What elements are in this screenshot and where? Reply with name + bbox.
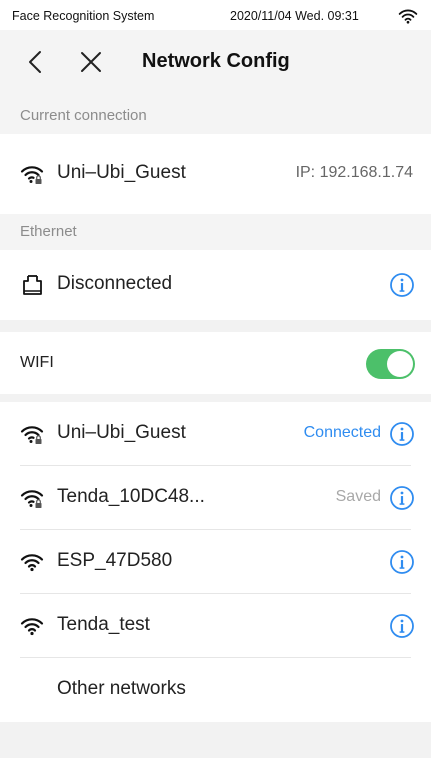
status-bar: Face Recognition System 2020/11/04 Wed. … (0, 0, 431, 30)
ethernet-icon (20, 273, 44, 297)
wifi-network-item[interactable]: ESP_47D580 (0, 530, 431, 594)
wifi-icon (20, 614, 44, 638)
wifi-label: WIFI (20, 354, 54, 371)
page-title: Network Config (142, 50, 290, 72)
network-name: Tenda_test (57, 614, 150, 635)
info-icon[interactable] (389, 485, 415, 511)
network-name: Tenda_10DC48... (57, 486, 205, 507)
info-icon[interactable] (389, 421, 415, 447)
other-networks-row[interactable]: Other networks (0, 658, 431, 722)
wifi-network-item[interactable]: Tenda_test (0, 594, 431, 658)
toggle-knob (387, 351, 413, 377)
status-datetime: 2020/11/04 Wed. 09:31 (230, 9, 359, 23)
nav-bar: Network Config (0, 30, 431, 98)
ethernet-row[interactable]: Disconnected (0, 250, 431, 320)
wifi-toggle[interactable] (366, 349, 415, 379)
other-networks-label: Other networks (57, 678, 186, 699)
network-name: Uni–Ubi_Guest (57, 422, 186, 443)
current-connection-row: Uni–Ubi_Guest IP: 192.168.1.74 (0, 134, 431, 214)
wifi-icon (20, 550, 44, 574)
wifi-toggle-row: WIFI (0, 332, 431, 394)
network-status: Saved (335, 488, 381, 505)
ethernet-status: Disconnected (57, 273, 173, 294)
wifi-lock-icon (20, 162, 44, 186)
network-name: ESP_47D580 (57, 550, 173, 571)
info-icon[interactable] (389, 272, 415, 298)
info-icon[interactable] (389, 613, 415, 639)
ip-address: IP: 192.168.1.74 (295, 164, 413, 181)
info-icon[interactable] (389, 549, 415, 575)
section-current-connection: Current connection (0, 98, 431, 134)
chevron-left-icon[interactable] (22, 48, 50, 76)
wifi-lock-icon (20, 422, 44, 446)
wifi-icon (398, 6, 418, 26)
wifi-network-item[interactable]: Tenda_10DC48... Saved (0, 466, 431, 530)
app-name: Face Recognition System (12, 9, 155, 23)
close-icon[interactable] (77, 48, 105, 76)
wifi-network-item[interactable]: Uni–Ubi_Guest Connected (0, 402, 431, 466)
current-network-name: Uni–Ubi_Guest (57, 162, 186, 183)
wifi-lock-icon (20, 486, 44, 510)
network-status: Connected (303, 424, 381, 441)
section-ethernet: Ethernet (0, 214, 431, 250)
